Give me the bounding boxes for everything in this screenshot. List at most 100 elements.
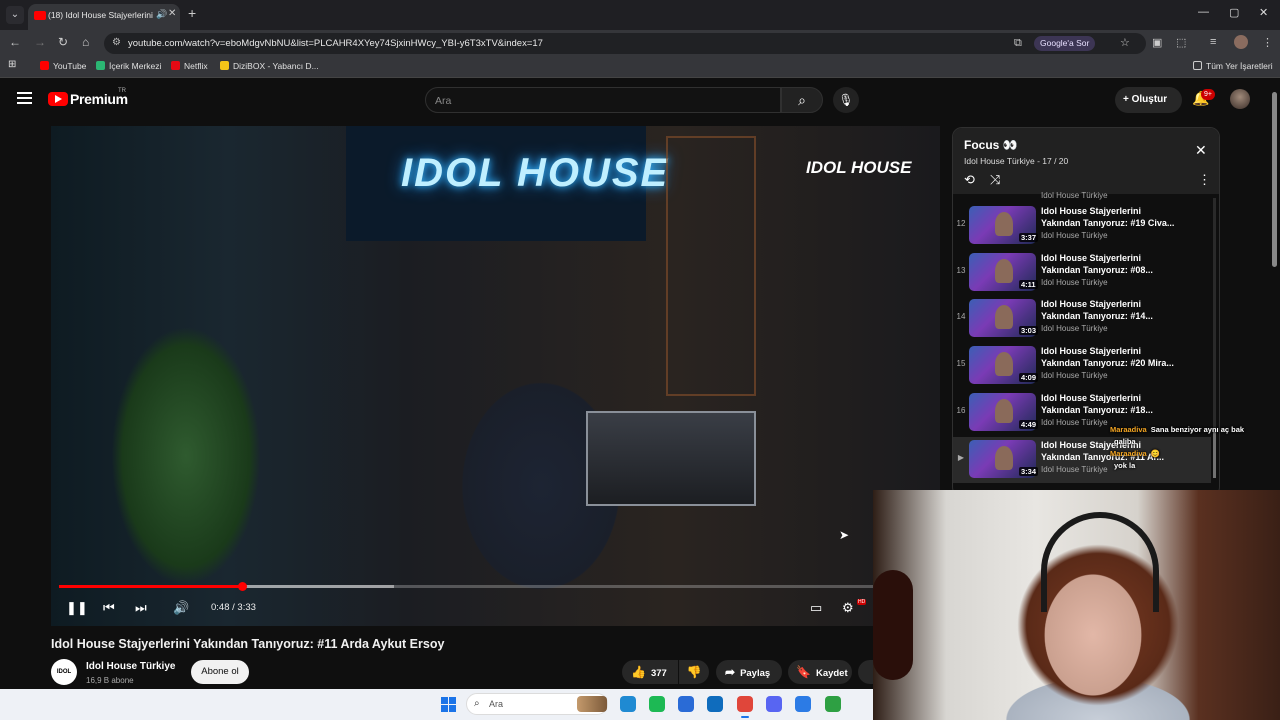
minimize-icon[interactable]: — bbox=[1198, 6, 1209, 18]
create-button[interactable]: + Oluştur bbox=[1115, 87, 1182, 113]
playlist-item[interactable]: 14 3:03 Idol House Stajyerlerini Yakından T… bbox=[953, 296, 1211, 342]
loop-icon[interactable]: ⟲ bbox=[964, 172, 975, 188]
menu-icon[interactable] bbox=[17, 92, 32, 104]
playlist-item-title[interactable]: Idol House Stajyerlerini Yakından Tanıyor… bbox=[1041, 205, 1191, 229]
channel-name[interactable]: Idol House Türkiye bbox=[86, 661, 175, 672]
channel-avatar[interactable]: IDOL bbox=[51, 659, 77, 685]
site-info-icon[interactable]: ⚙ bbox=[112, 37, 121, 48]
store-icon[interactable] bbox=[678, 696, 694, 712]
new-tab-icon[interactable]: + bbox=[188, 5, 196, 21]
google-ask-button[interactable]: Google'a Sor bbox=[1034, 36, 1096, 51]
volume-icon[interactable]: 🔊 bbox=[173, 600, 189, 616]
bookmark-youtube[interactable]: YouTube bbox=[40, 61, 86, 71]
progress-fill bbox=[59, 585, 242, 588]
reload-icon[interactable]: ↻ bbox=[58, 35, 68, 49]
previous-icon[interactable]: ⏮ bbox=[103, 600, 115, 616]
chat-message: yok la bbox=[1110, 461, 1278, 473]
playlist-title[interactable]: Focus 👀 bbox=[964, 138, 1018, 152]
discord-icon[interactable] bbox=[766, 696, 782, 712]
youtube-favicon-icon bbox=[34, 11, 46, 20]
windows-taskbar: ⌕ Ara bbox=[0, 689, 873, 720]
playlist-item[interactable]: 12 3:37 Idol House Stajyerlerini Yakından T… bbox=[953, 203, 1211, 249]
save-button[interactable]: 🔖 Kaydet bbox=[788, 660, 852, 684]
playlist-item-title[interactable]: Idol House Stajyerlerini Yakından Tanıyor… bbox=[1041, 252, 1191, 276]
start-tile bbox=[441, 697, 448, 704]
close-tab-icon[interactable]: ✕ bbox=[168, 8, 176, 19]
url-text[interactable]: youtube.com/watch?v=eboMdgvNbNU&list=PLC… bbox=[128, 38, 543, 49]
home-icon[interactable]: ⌂ bbox=[82, 35, 89, 49]
pause-icon[interactable]: ❚❚ bbox=[66, 600, 88, 616]
subscribe-button[interactable]: Abone ol bbox=[191, 660, 249, 684]
extensions-puzzle-icon[interactable]: ⬚ bbox=[1176, 36, 1186, 49]
more-actions-button[interactable] bbox=[858, 660, 873, 684]
like-button[interactable]: 👍 377 bbox=[622, 660, 678, 684]
channel-watermark[interactable]: IDOL HOUSE bbox=[806, 159, 911, 176]
video-duration: 3:03 bbox=[1019, 326, 1039, 336]
search-icon[interactable]: ⌕ bbox=[781, 87, 823, 113]
apps-grid-icon[interactable]: ⊞ bbox=[8, 59, 16, 70]
notification-badge: 9+ bbox=[1201, 89, 1215, 100]
playlist-item-title[interactable]: Idol House Stajyerlerini Yakından Tanıyor… bbox=[1041, 298, 1191, 322]
playlist-subtitle[interactable]: Idol House Türkiye - 17 / 20 bbox=[964, 156, 1068, 166]
start-tile bbox=[441, 705, 448, 712]
playlist-item[interactable]: 13 4:11 Idol House Stajyerlerini Yakından T… bbox=[953, 250, 1211, 296]
account-avatar[interactable] bbox=[1230, 89, 1250, 109]
app-icon[interactable] bbox=[825, 696, 841, 712]
youtube-logo-icon[interactable] bbox=[48, 92, 68, 106]
browser-tab[interactable]: (18) Idol House Stajyerlerini 🔊 ✕ bbox=[28, 4, 180, 30]
close-playlist-icon[interactable]: ✕ bbox=[1195, 142, 1207, 159]
shuffle-icon[interactable]: ⤨ bbox=[990, 172, 1000, 188]
start-tile bbox=[449, 705, 456, 712]
monitor-icon[interactable] bbox=[795, 696, 811, 712]
bookmark-dizibox[interactable]: DiziBOX - Yabancı D... bbox=[220, 61, 319, 71]
dislike-button[interactable]: 👎 bbox=[679, 660, 709, 684]
cast-icon[interactable]: ⧉ bbox=[1014, 37, 1022, 50]
stream-chat-overlay: Maraadiva Sana benziyor aynı aç bak galiba… bbox=[1110, 425, 1278, 473]
chrome-icon[interactable] bbox=[737, 696, 753, 718]
progress-scrubber[interactable] bbox=[238, 582, 247, 591]
playlist-item-index: 12 bbox=[956, 219, 966, 228]
spotify-icon[interactable] bbox=[649, 696, 665, 712]
profile-avatar[interactable] bbox=[1234, 35, 1248, 49]
youtube-header: Premium TR Ara ⌕ 🎙 + Oluştur 🔔 9+ bbox=[0, 78, 1280, 122]
headphones bbox=[1041, 512, 1159, 612]
back-icon[interactable]: ← bbox=[9, 35, 21, 49]
search-input[interactable]: Ara bbox=[425, 87, 781, 113]
windows-start-icon[interactable] bbox=[441, 697, 456, 712]
playlist-scrollbar[interactable] bbox=[1213, 198, 1216, 458]
playlist-item[interactable]: 15 4:09 Idol House Stajyerlerini Yakından T… bbox=[953, 343, 1211, 389]
share-button[interactable]: ➦ Paylaş bbox=[716, 660, 782, 684]
video-player[interactable]: IDOL HOUSE IDOL HOUSE ➤ ❚❚ ⏮ ⏭ 🔊 0:48 / … bbox=[51, 126, 940, 626]
more-options-icon[interactable]: ⋮ bbox=[1198, 172, 1211, 188]
bookmark-netflix[interactable]: Netflix bbox=[171, 61, 208, 71]
subtitles-icon[interactable]: ▭ bbox=[810, 600, 822, 616]
page-scrollbar[interactable] bbox=[1272, 92, 1277, 267]
bookmark-star-icon[interactable]: ☆ bbox=[1120, 36, 1130, 49]
microphone-icon[interactable]: 🎙 bbox=[833, 87, 859, 113]
edge-icon[interactable] bbox=[620, 696, 636, 712]
tab-search-icon[interactable]: ⌄ bbox=[6, 6, 24, 24]
outlook-icon[interactable] bbox=[707, 696, 723, 712]
address-bar[interactable]: ⚙ youtube.com/watch?v=eboMdgvNbNU&list=P… bbox=[104, 33, 1146, 54]
taskbar-search-input[interactable]: ⌕ Ara bbox=[466, 693, 608, 715]
extension-icon[interactable]: ▣ bbox=[1152, 36, 1162, 49]
maximize-icon[interactable]: ▢ bbox=[1229, 6, 1239, 19]
playlist-item-title[interactable]: Idol House Stajyerlerini Yakından Tanıyor… bbox=[1041, 345, 1191, 369]
address-toolbar: ← → ↻ ⌂ ⚙ youtube.com/watch?v=eboMdgvNbN… bbox=[0, 30, 1280, 56]
reading-list-icon[interactable]: ≡ bbox=[1210, 36, 1216, 48]
video-duration: 4:11 bbox=[1019, 279, 1038, 289]
next-icon[interactable]: ⏭ bbox=[135, 600, 147, 616]
playlist-header: Focus 👀 Idol House Türkiye - 17 / 20 ✕ ⟲… bbox=[953, 128, 1219, 194]
webcam-overlay bbox=[873, 490, 1280, 720]
all-bookmarks[interactable]: Tüm Yer İşaretleri bbox=[1193, 61, 1273, 71]
playlist-item-title[interactable]: Idol House Stajyerlerini Yakından Tanıyor… bbox=[1041, 392, 1191, 416]
playlist-item-channel: Idol House Türkiye bbox=[1041, 464, 1108, 474]
settings-gear-icon[interactable]: ⚙ bbox=[842, 600, 854, 616]
video-duration: 4:49 bbox=[1019, 419, 1039, 429]
taskbar-search-placeholder: Ara bbox=[489, 699, 504, 709]
bookmark-icerik-merkezi[interactable]: İçerik Merkezi bbox=[96, 61, 161, 71]
forward-icon[interactable]: → bbox=[34, 35, 46, 49]
window-close-icon[interactable]: ✕ bbox=[1259, 6, 1268, 19]
speaker-icon[interactable]: 🔊 bbox=[156, 9, 167, 20]
browser-menu-icon[interactable]: ⋮ bbox=[1262, 36, 1273, 49]
